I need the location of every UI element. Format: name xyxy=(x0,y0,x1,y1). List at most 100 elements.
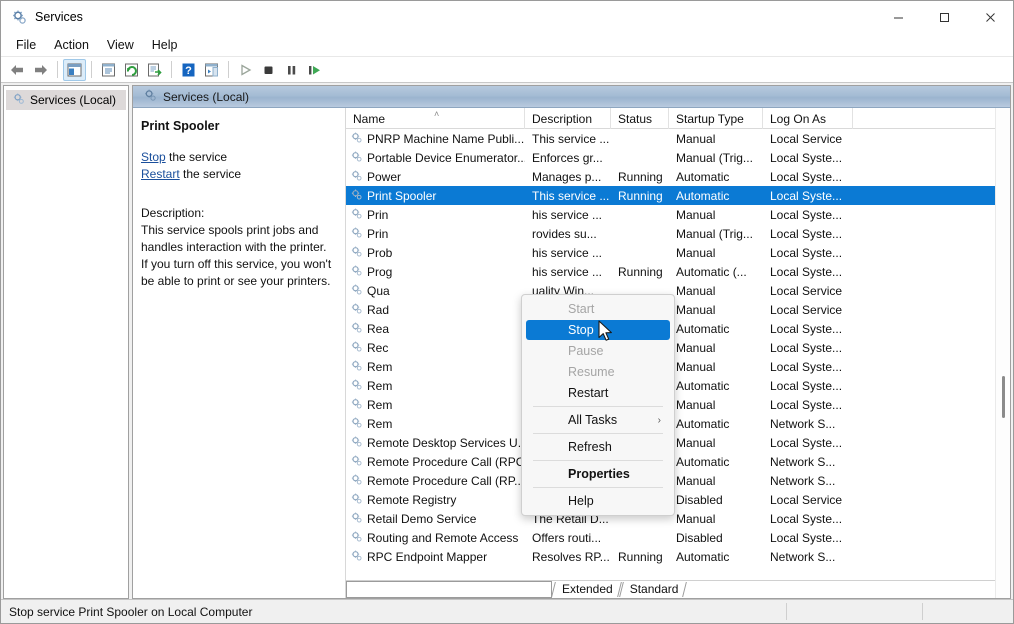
service-action-links: Stop the service Restart the service xyxy=(141,149,333,183)
service-logon-cell: Network S... xyxy=(763,455,853,469)
ctx-properties[interactable]: Properties xyxy=(526,464,670,484)
table-row[interactable]: PowerManages p...RunningAutomaticLocal S… xyxy=(346,167,995,186)
pause-service-icon[interactable] xyxy=(280,59,303,81)
column-header-status[interactable]: Status xyxy=(611,108,669,129)
close-button[interactable] xyxy=(967,1,1013,33)
service-startup-type-cell: Automatic xyxy=(669,170,763,184)
table-row[interactable]: Proghis service ...RunningAutomatic (...… xyxy=(346,262,995,281)
column-header-log-on-as[interactable]: Log On As xyxy=(763,108,853,129)
scrollbar-thumb[interactable] xyxy=(1002,376,1005,418)
services-gear-icon xyxy=(350,150,363,166)
column-header-startup-type[interactable]: Startup Type xyxy=(669,108,763,129)
back-icon[interactable] xyxy=(6,59,29,81)
title-bar: Services xyxy=(1,1,1013,33)
ctx-start: Start xyxy=(526,299,670,319)
service-name-cell: Retail Demo Service xyxy=(346,511,525,527)
chevron-right-icon: › xyxy=(658,415,661,426)
status-segment-3 xyxy=(923,600,1013,624)
service-logon-cell: Local Syste... xyxy=(763,512,853,526)
menu-item-label: Start xyxy=(568,302,594,316)
maximize-button[interactable] xyxy=(921,1,967,33)
service-logon-cell: Local Syste... xyxy=(763,531,853,545)
service-status-cell: Running xyxy=(611,265,669,279)
column-header-description[interactable]: Description xyxy=(525,108,611,129)
properties-icon[interactable] xyxy=(97,59,120,81)
services-gear-icon xyxy=(350,378,363,394)
service-startup-type-cell: Manual xyxy=(669,512,763,526)
ctx-restart[interactable]: Restart xyxy=(526,383,670,403)
service-description-cell: This service ... xyxy=(525,132,611,146)
toolbar-separator xyxy=(171,61,172,78)
stop-service-icon[interactable] xyxy=(257,59,280,81)
service-description-cell: Offers routi... xyxy=(525,531,611,545)
export-list-icon[interactable] xyxy=(143,59,166,81)
ctx-all-tasks[interactable]: All Tasks› xyxy=(526,410,670,430)
services-gear-icon xyxy=(350,321,363,337)
service-logon-cell: Local Service xyxy=(763,132,853,146)
service-logon-cell: Network S... xyxy=(763,550,853,564)
ctx-resume: Resume xyxy=(526,362,670,382)
service-logon-cell: Local Service xyxy=(763,493,853,507)
table-row[interactable]: Probhis service ...ManualLocal Syste... xyxy=(346,243,995,262)
service-startup-type-cell: Automatic xyxy=(669,379,763,393)
service-name-cell: Remote Procedure Call (RP... xyxy=(346,473,525,489)
service-name-cell: Remote Desktop Services U... xyxy=(346,435,525,451)
table-row[interactable]: Print SpoolerThis service ...RunningAuto… xyxy=(346,186,995,205)
service-name-label: Remote Registry xyxy=(367,493,456,507)
restart-service-link[interactable]: Restart xyxy=(141,167,180,181)
services-gear-icon xyxy=(350,549,363,565)
service-startup-type-cell: Automatic xyxy=(669,455,763,469)
ctx-stop[interactable]: Stop xyxy=(526,320,670,340)
table-row[interactable]: Routing and Remote AccessOffers routi...… xyxy=(346,528,995,547)
menu-action[interactable]: Action xyxy=(45,35,98,55)
table-row[interactable]: Prinhis service ...ManualLocal Syste... xyxy=(346,205,995,224)
table-row[interactable]: RPC Endpoint MapperResolves RP...Running… xyxy=(346,547,995,566)
ctx-help[interactable]: Help xyxy=(526,491,670,511)
service-startup-type-cell: Automatic (... xyxy=(669,265,763,279)
column-header-name[interactable]: Name ˄ xyxy=(346,108,525,129)
services-window: Services File Action View Help xyxy=(0,0,1014,624)
show-hide-action-pane-icon[interactable] xyxy=(200,59,223,81)
menu-help[interactable]: Help xyxy=(143,35,187,55)
service-name-cell: PNRP Machine Name Publi... xyxy=(346,131,525,147)
show-hide-console-tree-icon[interactable] xyxy=(63,59,86,81)
services-gear-icon xyxy=(350,473,363,489)
start-service-icon[interactable] xyxy=(234,59,257,81)
restart-service-icon[interactable] xyxy=(303,59,326,81)
menu-item-label: Restart xyxy=(568,386,608,400)
service-name-label: Prog xyxy=(367,265,392,279)
tab-standard[interactable]: Standard xyxy=(620,581,686,598)
tab-extended[interactable]: Extended xyxy=(552,581,620,598)
service-name-cell: Rem xyxy=(346,359,525,375)
menu-view[interactable]: View xyxy=(98,35,143,55)
menu-file[interactable]: File xyxy=(7,35,45,55)
table-row[interactable]: PNRP Machine Name Publi...This service .… xyxy=(346,129,995,148)
service-name-label: Rem xyxy=(367,398,392,412)
forward-icon[interactable] xyxy=(29,59,52,81)
stop-service-link[interactable]: Stop xyxy=(141,150,166,164)
ctx-refresh[interactable]: Refresh xyxy=(526,437,670,457)
tree-item-services-local[interactable]: Services (Local) xyxy=(6,90,126,110)
table-row[interactable]: Prinrovides su...Manual (Trig...Local Sy… xyxy=(346,224,995,243)
service-logon-cell: Local Syste... xyxy=(763,379,853,393)
column-header-name-label: Name xyxy=(353,112,385,126)
toolbar-separator xyxy=(228,61,229,78)
service-name-label: Qua xyxy=(367,284,390,298)
service-startup-type-cell: Automatic xyxy=(669,550,763,564)
service-startup-type-cell: Manual xyxy=(669,398,763,412)
vertical-scrollbar[interactable] xyxy=(995,108,1010,598)
help-icon[interactable]: ? xyxy=(177,59,200,81)
table-row[interactable]: Portable Device Enumerator...Enforces gr… xyxy=(346,148,995,167)
service-startup-type-cell: Automatic xyxy=(669,322,763,336)
menu-item-label: Stop xyxy=(568,323,594,337)
service-name-label: Remote Desktop Services U... xyxy=(367,436,525,450)
description-label: Description: xyxy=(141,205,333,222)
refresh-icon[interactable] xyxy=(120,59,143,81)
service-startup-type-cell: Manual xyxy=(669,360,763,374)
menu-item-label: Properties xyxy=(568,467,630,481)
minimize-button[interactable] xyxy=(875,1,921,33)
column-headers: Name ˄ Description Status Startup Type L… xyxy=(346,108,995,129)
menu-item-label: Resume xyxy=(568,365,615,379)
service-description-cell: Resolves RP... xyxy=(525,550,611,564)
service-description-cell: his service ... xyxy=(525,246,611,260)
